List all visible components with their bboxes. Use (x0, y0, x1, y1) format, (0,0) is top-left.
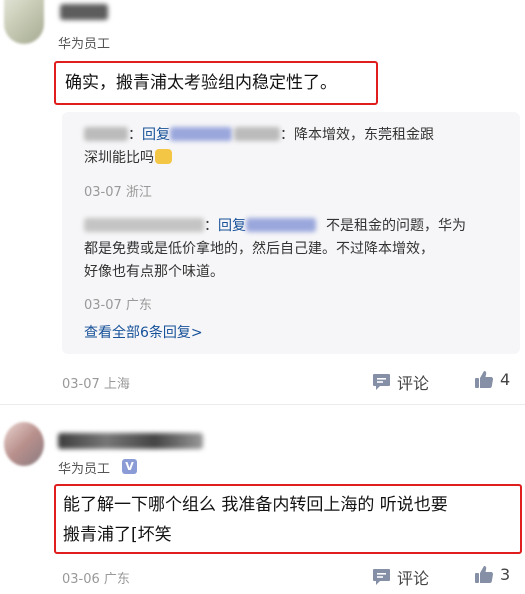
avatar[interactable] (4, 0, 44, 44)
user-role-label: 华为员工 (58, 462, 111, 477)
comment-button[interactable]: 评论 (372, 565, 429, 589)
reply-author-blurred[interactable] (84, 218, 204, 232)
verified-badge-icon: V (122, 459, 137, 474)
comment-bubble-icon (373, 569, 390, 585)
like-count: 4 (500, 370, 511, 389)
reply-body-line2: 深圳能比吗 (84, 150, 154, 166)
username-blurred[interactable] (60, 4, 108, 20)
avatar[interactable] (4, 422, 44, 466)
reply-body: 不是租金的问题，华为 (326, 218, 466, 234)
view-all-replies-link[interactable]: 查看全部6条回复> (84, 322, 203, 342)
divider (0, 404, 525, 405)
reply-item: ：回复 不是租金的问题，华为 (84, 215, 514, 238)
comment-text-line1: 能了解一下哪个组么 我准备内转回上海的 听说也要 (63, 495, 448, 515)
reply-body-line2: 都是免费或是低价拿地的，然后自己建。不过降本增效， (84, 241, 434, 257)
reply-body: ：降本增效，东莞租金跟 (280, 127, 434, 143)
reply-meta: 03-07 浙江 (84, 185, 152, 200)
like-button[interactable]: 3 (474, 565, 510, 584)
like-count: 3 (500, 565, 511, 584)
like-button[interactable]: 4 (474, 370, 510, 389)
reply-target-blurred[interactable] (170, 127, 232, 141)
comment-text: 确实，搬青浦太考验组内稳定性了。 (65, 73, 337, 93)
emoji-icon (155, 149, 172, 164)
comment-date: 03-06 广东 (62, 572, 130, 587)
reply-link[interactable]: 回复 (218, 218, 246, 234)
comment-button[interactable]: 评论 (372, 370, 429, 394)
reply-body-line3: 好像也有点那个味道。 (84, 264, 224, 280)
comment-bubble-icon (373, 374, 390, 390)
reply-target-blurred-2[interactable] (234, 127, 280, 141)
comment-button-label: 评论 (397, 374, 430, 393)
comment-text-line2: 搬青浦了[坏笑 (63, 525, 172, 545)
thumbs-up-icon (475, 566, 494, 584)
comment-button-label: 评论 (397, 569, 430, 588)
reply-link[interactable]: 回复 (142, 127, 170, 143)
reply-body-cont: 深圳能比吗 (84, 147, 172, 170)
comment-date: 03-07 上海 (62, 377, 130, 392)
reply-item: ：回复 ：降本增效，东莞租金跟 (84, 124, 514, 147)
thumbs-up-icon (475, 371, 494, 389)
username-blurred[interactable] (58, 433, 203, 449)
user-role-label: 华为员工 (58, 37, 111, 52)
reply-author-blurred[interactable] (84, 127, 128, 141)
reply-meta: 03-07 广东 (84, 298, 152, 313)
reply-target-blurred[interactable] (246, 218, 316, 232)
